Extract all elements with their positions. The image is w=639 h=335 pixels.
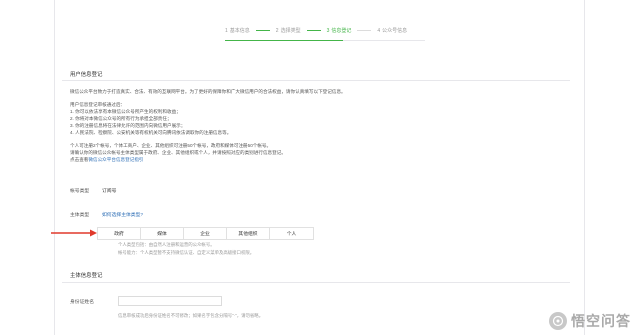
id-name-hint: 信息审核成功后身份证姓名不可修改；如果名字包含分隔号"·"，请勿省略。 xyxy=(118,313,264,318)
subject-option-media[interactable]: 媒体 xyxy=(141,228,184,239)
step-number: 4 xyxy=(377,27,381,34)
step-1: 1 基本信息 xyxy=(225,27,250,35)
subject-type-row: 主体类型 如何选择主体类型? xyxy=(70,211,143,218)
subject-type-tabs: 政府 媒体 企业 其他组织 个人 xyxy=(97,227,314,240)
intro-text: 微信公众平台致力于打造真实、合法、有效的互联网平台。为了更好的保障你和广大微信用… xyxy=(70,89,346,94)
subject-hint: 个人类型包括：由自然人注册和运营的公众帐号。 xyxy=(118,242,215,247)
help-line: 点击查看微信公众平台信息登记指引 xyxy=(70,156,144,163)
subject-option-other-org[interactable]: 其他组织 xyxy=(227,228,270,239)
right-border xyxy=(584,0,585,335)
step-label: 基本信息 xyxy=(229,28,250,34)
step-number: 1 xyxy=(225,27,228,34)
subject-type-help-link[interactable]: 如何选择主体类型? xyxy=(102,211,143,218)
left-border xyxy=(54,0,55,335)
step-2: 2 选择类型 xyxy=(275,27,301,35)
step-divider xyxy=(255,30,270,31)
section-title-user: 用户信息登记 xyxy=(70,72,103,78)
divider xyxy=(62,80,570,81)
step-label: 公众号信息 xyxy=(382,28,408,34)
id-name-row: 身份证姓名 xyxy=(70,296,222,306)
red-arrow-annotation xyxy=(51,229,97,237)
account-type-row: 帐号类型 订阅号 xyxy=(70,187,116,194)
subject-option-individual[interactable]: 个人 xyxy=(270,228,313,239)
watermark-text: 悟空问答 xyxy=(571,313,631,329)
help-link[interactable]: 微信公众平台信息登记指引 xyxy=(88,157,143,162)
id-name-input[interactable] xyxy=(118,296,222,306)
step-divider xyxy=(357,30,372,31)
step-number: 2 xyxy=(275,27,279,34)
watermark-logo-icon xyxy=(549,312,567,330)
watermark: 悟空问答 xyxy=(549,311,631,331)
account-type-label: 帐号类型 xyxy=(70,189,90,194)
step-number: 3 xyxy=(326,27,330,34)
step-label: 选择类型 xyxy=(280,28,301,34)
progress-fill xyxy=(225,40,343,41)
account-type-value: 订阅号 xyxy=(102,189,117,194)
step-divider xyxy=(306,30,321,31)
step-label: 信息登记 xyxy=(331,28,352,34)
notice-item: 4. 人民法院、检察院、公安机关等有权机关可向腾讯依法调取你的注册信息等。 xyxy=(70,130,232,135)
section-title-subject: 主体信息登记 xyxy=(70,273,103,279)
divider xyxy=(62,282,570,283)
help-prefix: 点击查看 xyxy=(70,157,89,162)
step-4: 4 公众号信息 xyxy=(377,27,408,35)
subject-option-enterprise[interactable]: 企业 xyxy=(184,228,227,239)
subject-hint: 帐号能力：个人类型暂不支持微信认证、自定义菜单及高级接口权限。 xyxy=(118,250,255,255)
progress-bar xyxy=(225,40,425,41)
subject-type-label: 主体类型 xyxy=(70,213,90,218)
id-name-label: 身份证姓名 xyxy=(70,299,94,305)
step-indicator: 1 基本信息 2 选择类型 3 信息登记 4 公众号信息 xyxy=(225,27,408,35)
step-3: 3 信息登记 xyxy=(326,27,352,35)
subject-option-government[interactable]: 政府 xyxy=(98,228,141,239)
